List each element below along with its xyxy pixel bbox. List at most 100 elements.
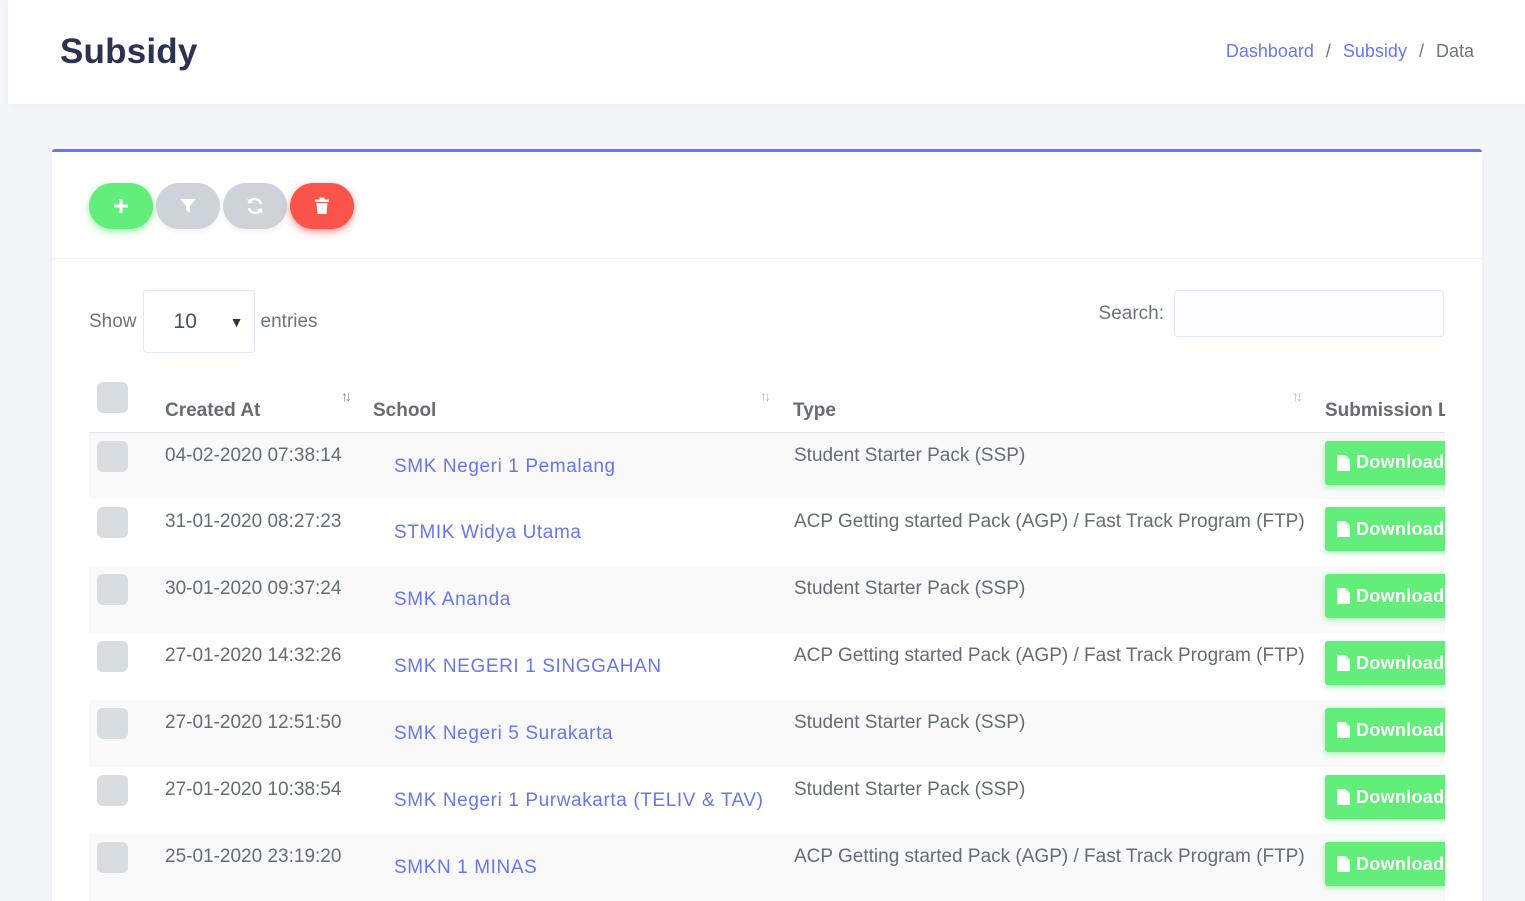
file-icon [1337,856,1350,872]
download-button[interactable]: Download [1325,708,1445,752]
refresh-button[interactable] [223,183,287,229]
type-value: Student Starter Pack (SSP) [794,578,1026,599]
data-table-wrapper: Created At ↑↓ School ↑↓ Type ↑↓ Submissi… [89,380,1445,901]
column-header-type[interactable]: Type ↑↓ [793,380,1325,433]
created-at-value: 27-01-2020 14:32:26 [165,645,342,666]
table-row: 25-01-2020 23:19:20 SMKN 1 MINAS ACP Getti… [89,834,1445,901]
filter-button[interactable] [156,183,220,229]
row-checkbox[interactable] [97,440,128,472]
type-value: ACP Getting started Pack (AGP) / Fast Tr… [794,511,1305,532]
type-cell: Student Starter Pack (SSP) [793,566,1325,633]
card-header [52,152,1482,259]
table-row: 27-01-2020 10:38:54 SMK Negeri 1 Purwakar… [89,767,1445,834]
row-checkbox[interactable] [97,574,128,605]
school-cell: STMIK Widya Utama [373,499,793,566]
download-button[interactable]: Download [1325,641,1445,685]
school-link[interactable]: SMK Negeri 5 Surakarta [373,700,793,745]
submission-cell: Download [1325,767,1445,834]
submission-cell: Download [1325,834,1445,901]
created-at-value: 04-02-2020 07:38:14 [165,444,342,466]
submission-cell: Download [1325,633,1445,700]
delete-button[interactable] [290,183,354,229]
created-at-value: 31-01-2020 08:27:23 [165,511,342,532]
school-link[interactable]: SMK Negeri 1 Purwakarta (TELIV & TAV) [373,767,793,812]
type-value: ACP Getting started Pack (AGP) / Fast Tr… [794,846,1305,867]
file-icon [1337,789,1350,805]
show-label: Show [89,310,137,332]
created-at-cell: 27-01-2020 10:38:54 [89,767,373,834]
school-cell: SMK Ananda [373,566,793,633]
download-label: Download [1356,652,1445,673]
school-cell: SMKN 1 MINAS [373,834,793,901]
download-label: Download [1356,585,1445,606]
school-link[interactable]: STMIK Widya Utama [373,499,793,544]
table-body: 04-02-2020 07:38:14 SMK Negeri 1 Pemalang… [89,432,1445,901]
type-cell: ACP Getting started Pack (AGP) / Fast Tr… [793,633,1325,700]
school-cell: SMK Negeri 5 Surakarta [373,700,793,767]
submission-cell: Download [1325,432,1445,499]
type-cell: Student Starter Pack (SSP) [793,700,1325,767]
table-row: 04-02-2020 07:38:14 SMK Negeri 1 Pemalang… [89,432,1445,499]
column-header-school[interactable]: School ↑↓ [373,380,793,433]
column-header-submission[interactable]: Submission L [1325,380,1445,433]
submission-cell: Download [1325,566,1445,633]
sort-icon[interactable]: ↑↓ [341,388,352,404]
sort-icon[interactable]: ↑↓ [1292,388,1303,404]
data-table: Created At ↑↓ School ↑↓ Type ↑↓ Submissi… [89,380,1445,901]
file-icon [1337,655,1350,671]
download-button[interactable]: Download [1325,842,1445,886]
download-button[interactable]: Download [1325,507,1445,551]
row-checkbox[interactable] [97,507,128,538]
page: Subsidy Dashboard / Subsidy / Data Show … [0,0,1525,901]
row-checkbox[interactable] [97,842,128,873]
created-at-cell: 04-02-2020 07:38:14 [89,432,373,499]
filter-icon [180,199,196,213]
download-label: Download [1356,853,1445,874]
created-at-cell: 30-01-2020 09:37:24 [89,566,373,633]
type-cell: Student Starter Pack (SSP) [793,767,1325,834]
created-at-value: 27-01-2020 10:38:54 [165,779,342,800]
row-checkbox[interactable] [97,775,128,806]
breadcrumb-dashboard[interactable]: Dashboard [1226,41,1314,62]
toolbar [89,183,357,229]
download-button[interactable]: Download [1325,775,1445,819]
file-icon [1337,454,1350,471]
type-cell: Student Starter Pack (SSP) [793,432,1325,499]
download-button[interactable]: Download [1325,574,1445,618]
created-at-cell: 31-01-2020 08:27:23 [89,499,373,566]
caret-down-icon: ▼ [229,313,244,330]
created-at-value: 30-01-2020 09:37:24 [165,578,342,599]
type-value: Student Starter Pack (SSP) [794,444,1026,466]
table-row: 27-01-2020 12:51:50 SMK Negeri 5 Surakart… [89,700,1445,767]
type-value: ACP Getting started Pack (AGP) / Fast Tr… [794,645,1305,666]
school-link[interactable]: SMK NEGERI 1 SINGGAHAN [373,633,793,678]
add-button[interactable] [89,183,153,229]
type-value: Student Starter Pack (SSP) [794,712,1026,733]
school-link[interactable]: SMKN 1 MINAS [373,834,793,879]
row-checkbox[interactable] [97,708,128,739]
file-icon [1337,588,1350,604]
refresh-icon [247,197,263,215]
entries-select[interactable]: 10 ▼ [142,290,255,353]
search-input[interactable] [1174,290,1444,337]
school-link[interactable]: SMK Ananda [373,566,793,611]
download-button[interactable]: Download [1325,440,1445,485]
type-cell: ACP Getting started Pack (AGP) / Fast Tr… [793,834,1325,901]
row-checkbox[interactable] [97,641,128,672]
page-title: Subsidy [60,32,198,71]
download-label: Download [1356,719,1445,740]
trash-icon [315,197,329,214]
subsidy-card: Show 10 ▼ entries Search: Created At ↑↓ … [52,149,1482,901]
table-row: 30-01-2020 09:37:24 SMK Ananda Student Sta… [89,566,1445,633]
column-header-created-at[interactable]: Created At ↑↓ [89,380,373,433]
column-label: Type [793,399,836,421]
select-all-checkbox[interactable] [97,382,128,413]
column-label: Submission L [1325,399,1445,421]
table-header-row: Created At ↑↓ School ↑↓ Type ↑↓ Submissi… [89,380,1445,433]
school-link[interactable]: SMK Negeri 1 Pemalang [373,433,793,478]
column-label: School [373,399,437,421]
entries-label: entries [260,310,318,332]
breadcrumb-subsidy[interactable]: Subsidy [1343,41,1407,62]
submission-cell: Download [1325,499,1445,566]
sort-icon[interactable]: ↑↓ [760,388,771,404]
